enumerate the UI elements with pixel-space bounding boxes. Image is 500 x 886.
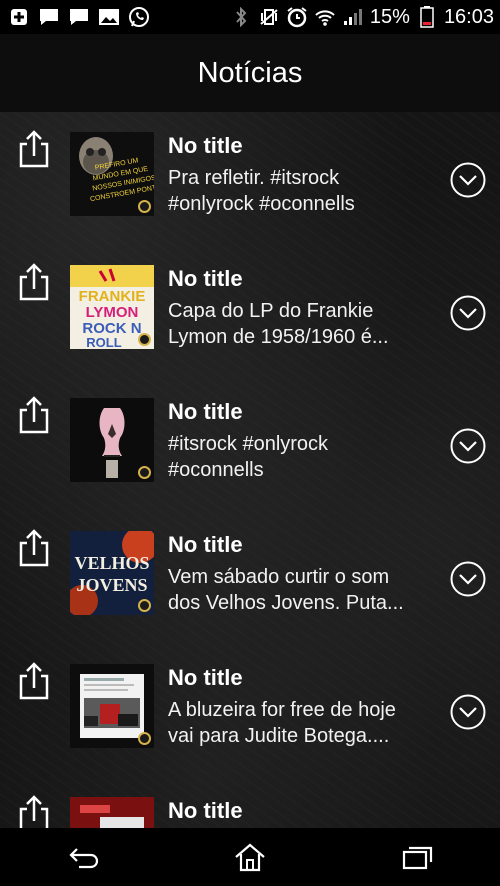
image-icon [98,7,120,27]
plus-icon [8,7,30,27]
chat-icon [38,7,60,27]
item-description: Vem sábado curtir o som dos Velhos Joven… [168,564,436,616]
item-description-line: dos Velhos Jovens. Puta... [168,592,404,614]
news-thumbnail[interactable] [70,664,154,748]
news-list[interactable]: PREFIRO UM MUNDO EM QUE NOSSOS INIMIGOS … [0,112,500,828]
thumbnail-badge [138,333,151,346]
alarm-icon [286,7,308,28]
wifi-icon [314,7,336,27]
news-thumbnail[interactable]: VELHOS JOVENS [70,531,154,615]
list-item[interactable]: VELHOS JOVENS No title Vem sábado curtir… [0,511,500,644]
item-description: A bluzeira for free de hoje vai para Jud… [168,697,436,749]
thumbnail-badge [138,599,151,612]
news-thumbnail[interactable]: FRANKIE LYMON ROCK N ROLL [70,265,154,349]
list-item[interactable]: No title A bluzeira for free de hoje vai… [0,644,500,777]
list-item[interactable]: No title [0,777,500,828]
chevron-down-icon[interactable] [450,561,486,597]
news-thumbnail[interactable] [70,398,154,482]
news-thumbnail[interactable]: PREFIRO UM MUNDO EM QUE NOSSOS INIMIGOS … [70,132,154,216]
item-description-line: A bluzeira for free de hoje [168,699,396,721]
app-header: Notícias [0,34,500,113]
item-description: Pra refletir. #itsrock #onlyrock #oconne… [168,165,436,217]
vibrate-icon [258,7,280,27]
thumbnail-text: JOVENS [76,575,147,595]
clock: 16:03 [443,5,494,28]
thumbnail-badge [138,466,151,479]
share-icon[interactable] [18,527,50,567]
thumbnail-text: ROLL [86,335,121,349]
share-icon[interactable] [18,128,50,168]
status-bar: 15% 16:03 [0,0,500,34]
back-icon[interactable] [53,837,113,877]
item-description-line: Capa do LP do Frankie [168,300,374,322]
item-description-line: #oconnells [168,459,264,481]
navigation-bar [0,828,500,886]
battery-percent: 15% [369,5,410,28]
battery-icon [416,6,438,28]
bluetooth-icon [230,7,252,27]
thumbnail-badge [138,732,151,745]
page-title: Notícias [197,56,303,89]
item-description: Capa do LP do Frankie Lymon de 1958/1960… [168,298,436,350]
share-icon[interactable] [18,660,50,700]
item-title: No title [168,532,243,557]
home-icon[interactable] [220,837,280,877]
thumbnail-badge [138,200,151,213]
whatsapp-icon [128,7,150,27]
chat-icon [68,7,90,27]
item-description-line: Vem sábado curtir o som [168,566,390,588]
news-thumbnail[interactable] [70,797,154,828]
chevron-down-icon[interactable] [450,162,486,198]
item-description-line: Pra refletir. #itsrock [168,167,340,189]
item-description-line: #itsrock #onlyrock [168,433,329,455]
thumbnail-text: LYMON [86,304,139,321]
item-title: No title [168,665,243,690]
list-item[interactable]: FRANKIE LYMON ROCK N ROLL No title Capa … [0,245,500,378]
item-title: No title [168,133,243,158]
list-item[interactable]: No title #itsrock #onlyrock #oconnells [0,378,500,511]
recent-apps-icon[interactable] [387,837,447,877]
item-title: No title [168,399,243,424]
thumbnail-text: FRANKIE [79,288,146,305]
item-description: #itsrock #onlyrock #oconnells [168,431,436,483]
item-description-line: vai para Judite Botega.... [168,725,390,747]
item-description-line: #onlyrock #oconnells [168,193,355,215]
item-description-line: Lymon de 1958/1960 é... [168,326,389,348]
share-icon[interactable] [18,793,50,828]
chevron-down-icon[interactable] [450,295,486,331]
signal-icon [342,7,364,27]
thumbnail-text: VELHOS [74,553,149,573]
share-icon[interactable] [18,394,50,434]
chevron-down-icon[interactable] [450,428,486,464]
list-item[interactable]: PREFIRO UM MUNDO EM QUE NOSSOS INIMIGOS … [0,112,500,245]
share-icon[interactable] [18,261,50,301]
chevron-down-icon[interactable] [450,694,486,730]
item-title: No title [168,266,243,291]
item-title: No title [168,798,243,823]
